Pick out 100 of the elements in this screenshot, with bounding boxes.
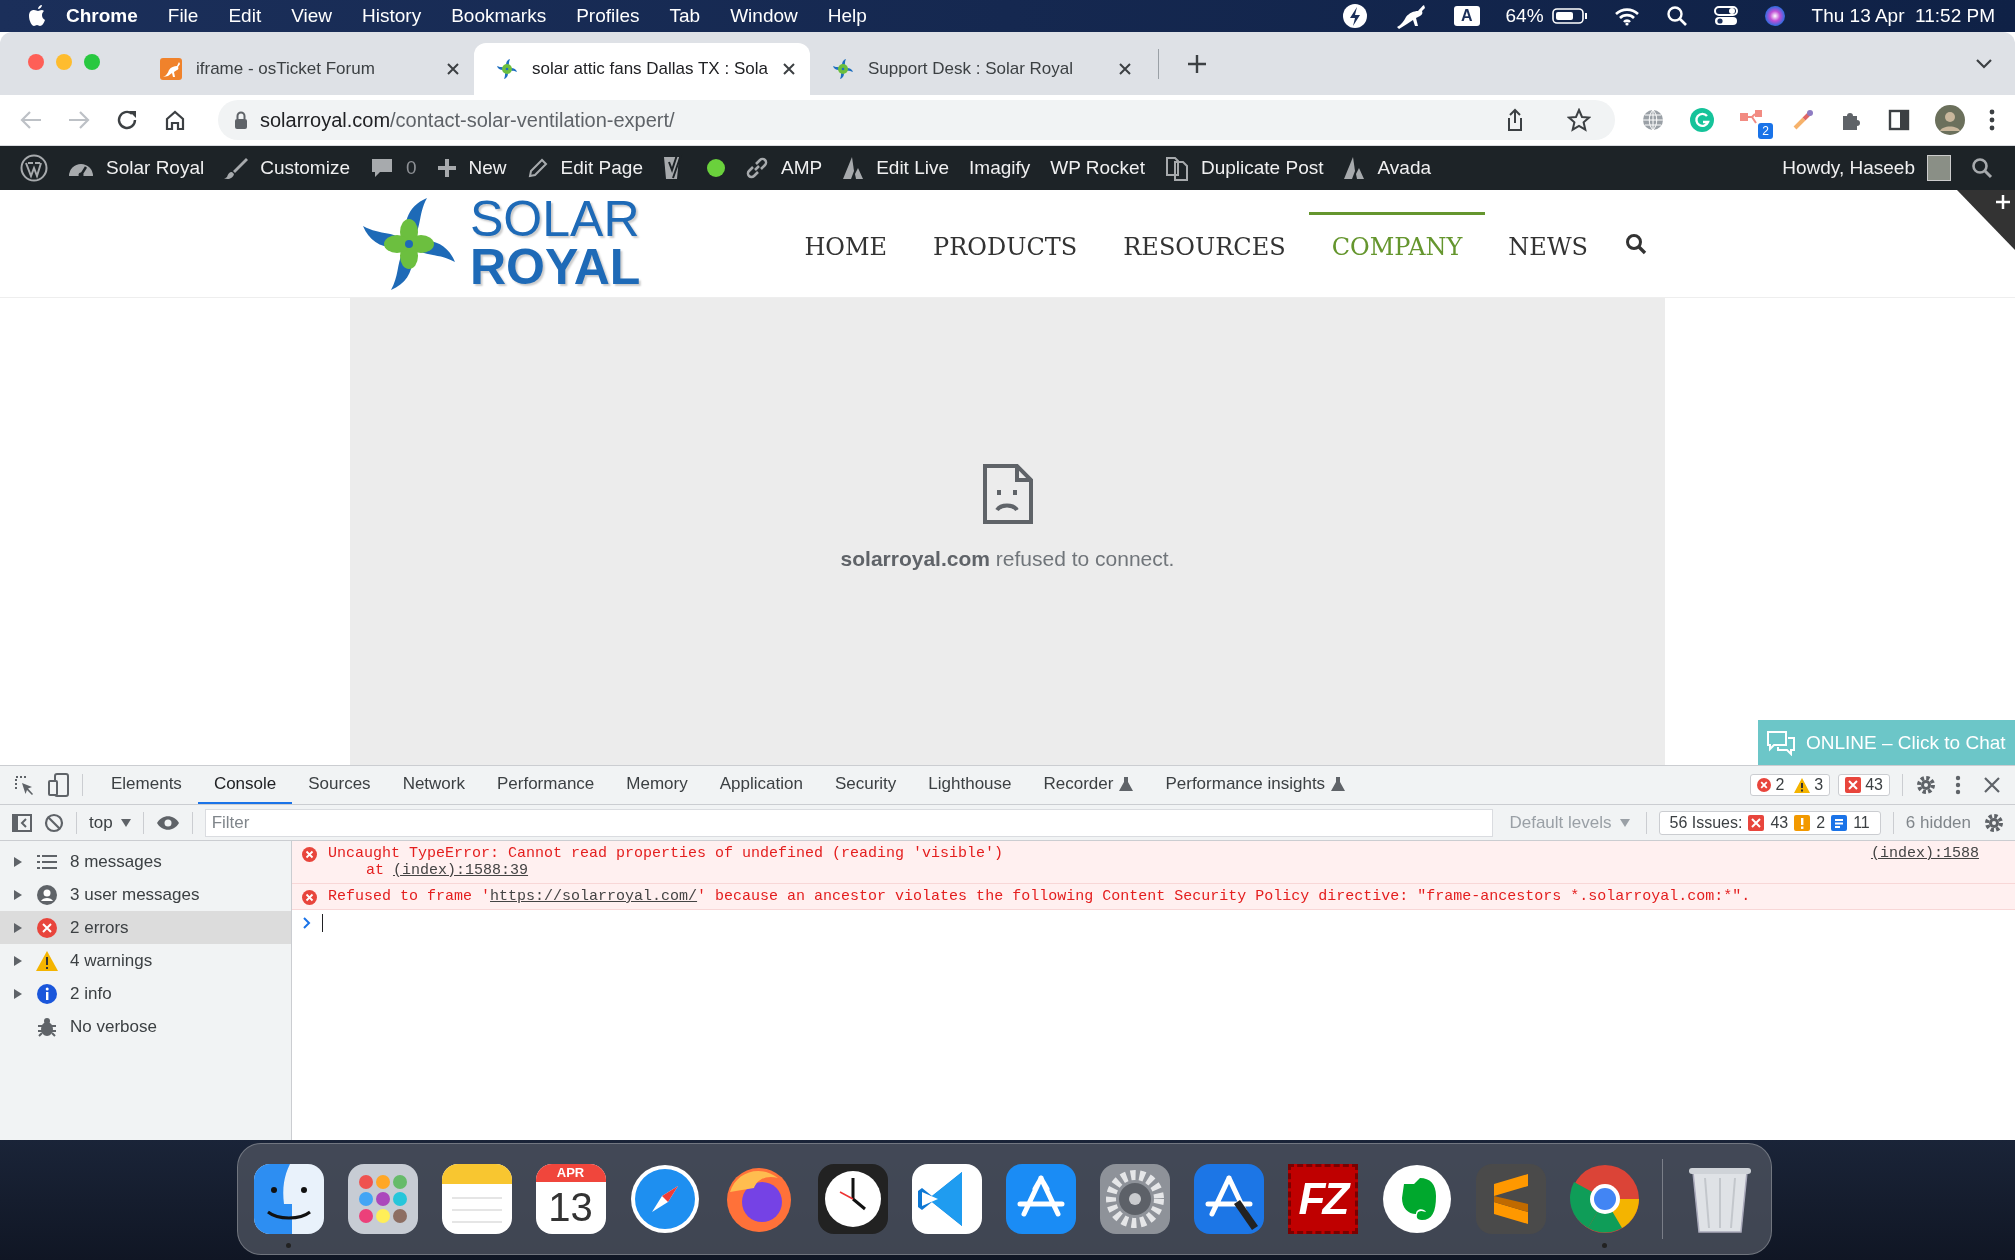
admin-bar-menu[interactable]: WP Rocket xyxy=(1040,146,1155,190)
search-icon[interactable] xyxy=(1971,157,1993,179)
toggle-switches-icon[interactable] xyxy=(1713,5,1738,27)
hammer-app-icon[interactable] xyxy=(1191,1162,1266,1236)
device-toolbar-icon[interactable] xyxy=(48,773,70,797)
admin-bar-menu[interactable]: Imagify xyxy=(959,146,1041,190)
browser-tab[interactable]: iframe - osTicket Forum xyxy=(138,43,474,95)
bolt-icon[interactable] xyxy=(1341,3,1368,29)
source-link[interactable]: (index):1588:39 xyxy=(393,862,529,879)
source-link[interactable]: (index):1588 xyxy=(1850,845,1979,862)
more-menu-icon[interactable] xyxy=(1955,775,1961,795)
admin-bar-menu[interactable]: New xyxy=(426,146,517,190)
menu-item[interactable]: Window xyxy=(715,5,813,27)
context-dropdown[interactable]: top xyxy=(89,812,131,833)
devtools-tab[interactable]: Elements xyxy=(95,766,198,804)
finder-face-icon[interactable] xyxy=(251,1162,326,1236)
browser-tab[interactable]: Support Desk : Solar Royal xyxy=(810,43,1146,95)
settings-icon[interactable] xyxy=(1983,811,2005,834)
issues-counter[interactable]: 43 xyxy=(1838,774,1890,796)
sidebar-item[interactable]: 3 user messages xyxy=(0,878,291,911)
devtools-tab[interactable]: Sources xyxy=(292,766,387,804)
calendar-icon[interactable]: APR 13 xyxy=(535,1164,606,1234)
sidebar-item[interactable]: 4 warnings xyxy=(0,944,291,977)
admin-bar-menu[interactable]: AMP xyxy=(734,146,833,190)
gear-icon[interactable] xyxy=(1097,1162,1172,1236)
apple-icon[interactable] xyxy=(28,4,48,28)
chevron-down-icon[interactable] xyxy=(1975,57,1993,70)
issues-button[interactable]: 56 Issues: 43 2 11 xyxy=(1658,810,1881,835)
bookmark-star-icon[interactable] xyxy=(1567,108,1591,132)
menu-item[interactable]: Help xyxy=(812,5,882,27)
battery-icon[interactable] xyxy=(1551,7,1588,25)
clock-icon[interactable] xyxy=(815,1162,890,1236)
close-icon[interactable] xyxy=(446,62,460,76)
admin-bar-menu[interactable]: Duplicate Post xyxy=(1154,146,1334,190)
devtools-tab[interactable]: Network xyxy=(386,766,481,804)
nav-link[interactable]: HOME xyxy=(781,212,911,275)
menu-item[interactable]: Tab xyxy=(654,5,716,27)
orb-icon[interactable] xyxy=(1763,5,1786,27)
reload-icon[interactable] xyxy=(116,109,138,131)
browser-tab[interactable]: solar attic fans Dallas TX : Sola xyxy=(474,43,810,95)
sidebar-item[interactable]: 2 errors xyxy=(0,911,291,944)
eyedropper-icon[interactable] xyxy=(1791,108,1815,132)
settings-icon[interactable] xyxy=(1915,774,1937,796)
share-icon[interactable] xyxy=(1505,108,1525,132)
sidebar-item[interactable]: No verbose xyxy=(0,1010,291,1043)
admin-bar-menu[interactable]: Solar Royal xyxy=(58,146,215,190)
code-editor-icon[interactable] xyxy=(909,1162,984,1236)
nav-link[interactable]: RESOURCES xyxy=(1100,212,1309,275)
devtools-tab[interactable]: Security xyxy=(818,766,913,804)
chrome-ball-icon[interactable] xyxy=(1567,1162,1642,1236)
menu-item[interactable]: File xyxy=(152,5,214,27)
error-warning-counter[interactable]: 2 3 xyxy=(1750,774,1831,796)
devtools-tab[interactable]: Performance xyxy=(481,766,611,804)
new-tab-icon[interactable] xyxy=(1187,53,1207,74)
plus-toggle-icon[interactable] xyxy=(1957,190,2015,250)
sidebar-item[interactable]: 2 info xyxy=(0,977,291,1010)
nav-link[interactable]: NEWS xyxy=(1485,212,1611,275)
filter-field[interactable]: Filter xyxy=(204,808,1494,837)
close-icon[interactable] xyxy=(1983,776,2001,794)
inspect-element-icon[interactable] xyxy=(14,775,34,795)
admin-bar-menu[interactable]: Customize xyxy=(214,146,360,190)
account-menu[interactable]: Howdy, Haseeb xyxy=(1772,146,1961,190)
url-link[interactable]: https://solarroyal.com/ xyxy=(490,888,698,905)
sidebar-item[interactable]: 8 messages xyxy=(0,845,291,878)
sidebar-toggle-icon[interactable] xyxy=(12,812,32,833)
app-menu[interactable]: Chrome xyxy=(48,5,153,27)
admin-bar-menu[interactable]: Edit Page xyxy=(516,146,653,190)
menu-item[interactable]: Edit xyxy=(213,5,277,27)
globe-icon[interactable] xyxy=(1641,108,1665,132)
menu-bar-clock[interactable]: Thu 13 Apr 11:52 PM xyxy=(1811,5,1995,27)
home-icon[interactable] xyxy=(164,109,186,131)
menu-item[interactable]: Profiles xyxy=(561,5,655,27)
close-icon[interactable] xyxy=(782,62,796,76)
search-icon[interactable] xyxy=(1625,232,1647,255)
eye-icon[interactable] xyxy=(155,814,180,831)
more-menu-icon[interactable] xyxy=(1989,109,1995,131)
devtools-tab[interactable]: Performance insights xyxy=(1149,766,1362,804)
devtools-tab[interactable]: Lighthouse xyxy=(912,766,1028,804)
menu-item[interactable]: History xyxy=(347,5,437,27)
app-grid-icon[interactable] xyxy=(345,1162,420,1236)
editor-s-icon[interactable] xyxy=(1473,1162,1548,1236)
filezilla-app-icon[interactable]: FZ xyxy=(1287,1164,1358,1234)
admin-bar-menu[interactable]: Avada xyxy=(1333,146,1441,190)
devtools-tab[interactable]: Memory xyxy=(610,766,704,804)
search-icon[interactable] xyxy=(1665,5,1688,27)
address-field[interactable]: solarroyal.com/contact-solar-ventilation-expert/ xyxy=(218,100,1615,140)
wordpress-logo-icon[interactable] xyxy=(20,154,48,182)
notepad-icon[interactable] xyxy=(439,1162,514,1236)
close-icon[interactable] xyxy=(1118,62,1132,76)
admin-bar-menu[interactable]: Edit Live xyxy=(832,146,960,190)
side-panel-icon[interactable] xyxy=(1887,108,1911,132)
menu-item[interactable]: Bookmarks xyxy=(436,5,562,27)
wifi-icon[interactable] xyxy=(1613,6,1640,26)
devtools-tab[interactable]: Recorder xyxy=(1027,766,1150,804)
avatar-icon[interactable] xyxy=(1935,105,1965,135)
clear-console-icon[interactable] xyxy=(44,812,64,833)
devtools-tab[interactable]: Application xyxy=(703,766,819,804)
nav-link[interactable]: COMPANY xyxy=(1308,212,1486,275)
input-source-indicator[interactable]: A xyxy=(1453,6,1480,26)
comments-menu[interactable]: 0 xyxy=(359,146,427,190)
